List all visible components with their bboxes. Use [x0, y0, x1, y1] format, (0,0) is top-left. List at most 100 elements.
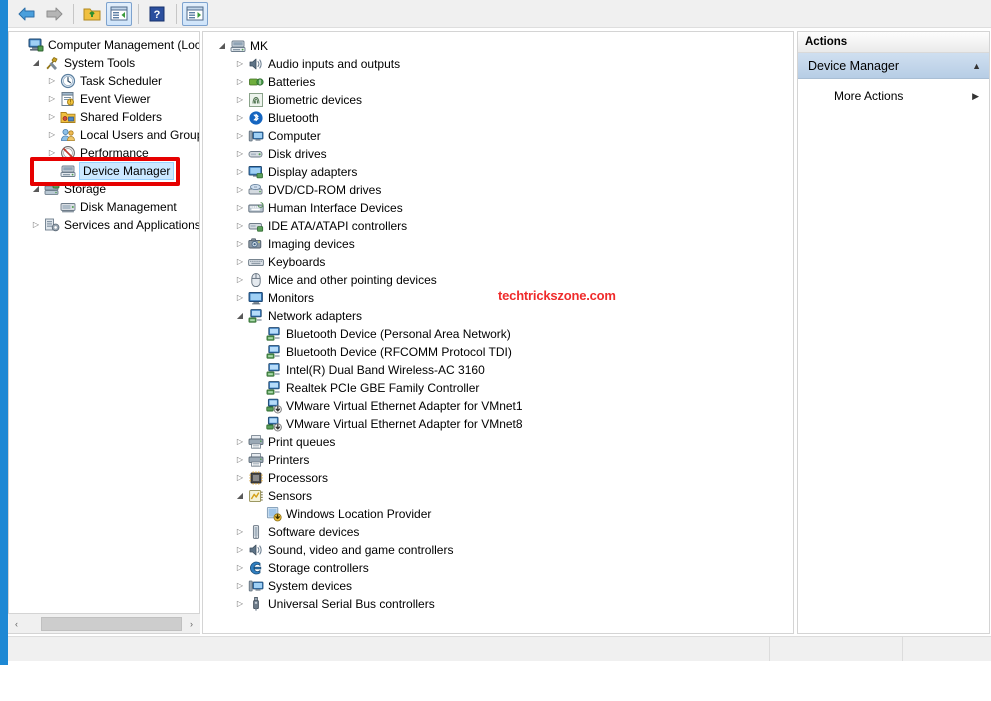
storage-controller-icon: [247, 560, 265, 576]
device-item-sound-video-and-game-controllers[interactable]: ▷Sound, video and game controllers: [207, 541, 793, 559]
chevron-up-icon[interactable]: ▲: [972, 61, 981, 71]
sidebar-item-task-scheduler[interactable]: ▷Task Scheduler: [9, 72, 199, 90]
keyboard-icon: [247, 254, 265, 270]
expander-icon[interactable]: ▷: [233, 60, 247, 68]
sidebar-item-shared-folders[interactable]: ▷Shared Folders: [9, 108, 199, 126]
device-item-print-queues[interactable]: ▷Print queues: [207, 433, 793, 451]
scrollbar-track[interactable]: [25, 615, 183, 633]
expander-icon[interactable]: ▷: [233, 276, 247, 284]
action-item-more-actions[interactable]: More Actions ▶: [798, 85, 989, 107]
expander-icon[interactable]: ▷: [233, 600, 247, 608]
sidebar-item-event-viewer[interactable]: ▷!Event Viewer: [9, 90, 199, 108]
help-button[interactable]: ?: [144, 2, 170, 26]
device-item-sensors[interactable]: ◢Sensors: [207, 487, 793, 505]
show-action-pane-button[interactable]: [182, 2, 208, 26]
expander-icon[interactable]: ▷: [233, 168, 247, 176]
sidebar-item-performance[interactable]: ▷Performance: [9, 144, 199, 162]
device-item-display-adapters[interactable]: ▷Display adapters: [207, 163, 793, 181]
expander-icon[interactable]: ▷: [233, 186, 247, 194]
device-item-software-devices[interactable]: ▷ Software devices: [207, 523, 793, 541]
device-item-label: Software devices: [268, 524, 359, 540]
device-item-printers[interactable]: ▷Printers: [207, 451, 793, 469]
expander-icon[interactable]: ◢: [215, 42, 229, 50]
svg-text:?: ?: [154, 9, 161, 21]
device-item-disk-drives[interactable]: ▷Disk drives: [207, 145, 793, 163]
expander-icon[interactable]: ◢: [29, 185, 43, 193]
device-manager-icon: [59, 163, 77, 179]
display-adapter-icon: [247, 164, 265, 180]
expander-icon[interactable]: ◢: [233, 312, 247, 320]
actions-group-device-manager[interactable]: Device Manager ▲: [798, 53, 989, 79]
device-item-vmware-virtual-ethernet-adapter-for-vmnet8[interactable]: VMware Virtual Ethernet Adapter for VMne…: [207, 415, 793, 433]
device-item-universal-serial-bus-controllers[interactable]: ▷Universal Serial Bus controllers: [207, 595, 793, 613]
expander-icon[interactable]: ▷: [233, 294, 247, 302]
scroll-right-arrow-icon[interactable]: ›: [183, 615, 200, 633]
device-item-computer[interactable]: ▷Computer: [207, 127, 793, 145]
console-tree-horizontal-scrollbar[interactable]: ‹ ›: [8, 613, 200, 633]
expander-icon[interactable]: ▷: [233, 564, 247, 572]
sidebar-item-system-tools[interactable]: ◢System Tools: [9, 54, 199, 72]
expander-icon[interactable]: ▷: [233, 456, 247, 464]
device-item-ide-ata-atapi-controllers[interactable]: ▷IDE ATA/ATAPI controllers: [207, 217, 793, 235]
console-tree-root[interactable]: Computer Management (Local: [9, 36, 199, 54]
device-item-label: VMware Virtual Ethernet Adapter for VMne…: [286, 398, 523, 414]
expander-icon[interactable]: ▷: [233, 78, 247, 86]
show-console-tree-button[interactable]: [106, 2, 132, 26]
sidebar-item-services-and-applications[interactable]: ▷Services and Applications: [9, 216, 199, 234]
expander-icon[interactable]: ▷: [45, 113, 59, 121]
expander-icon[interactable]: ▷: [233, 150, 247, 158]
sidebar-item-device-manager[interactable]: Device Manager: [9, 162, 199, 180]
device-item-vmware-virtual-ethernet-adapter-for-vmnet1[interactable]: VMware Virtual Ethernet Adapter for VMne…: [207, 397, 793, 415]
expander-icon[interactable]: ▷: [233, 546, 247, 554]
expander-icon[interactable]: ▷: [45, 77, 59, 85]
expander-icon[interactable]: ▷: [233, 132, 247, 140]
expander-icon[interactable]: ▷: [233, 582, 247, 590]
device-tree-root[interactable]: ◢MK: [207, 37, 793, 55]
device-item-human-interface-devices[interactable]: ▷Human Interface Devices: [207, 199, 793, 217]
expander-icon[interactable]: ▷: [233, 474, 247, 482]
device-item-imaging-devices[interactable]: ▷Imaging devices: [207, 235, 793, 253]
device-item-audio-inputs-and-outputs[interactable]: ▷Audio inputs and outputs: [207, 55, 793, 73]
device-list-panel[interactable]: ◢MK▷Audio inputs and outputs▷Batteries▷B…: [202, 31, 794, 634]
device-item-intel-r-dual-band-wireless-ac-3160[interactable]: Intel(R) Dual Band Wireless-AC 3160: [207, 361, 793, 379]
expander-icon[interactable]: ▷: [233, 96, 247, 104]
device-item-storage-controllers[interactable]: ▷Storage controllers: [207, 559, 793, 577]
expander-icon[interactable]: ▷: [233, 240, 247, 248]
sidebar-item-disk-management[interactable]: Disk Management: [9, 198, 199, 216]
expander-icon[interactable]: ▷: [233, 258, 247, 266]
device-item-batteries[interactable]: ▷Batteries: [207, 73, 793, 91]
expander-icon[interactable]: ◢: [29, 59, 43, 67]
device-item-windows-location-provider[interactable]: Windows Location Provider: [207, 505, 793, 523]
expander-icon[interactable]: ▷: [29, 221, 43, 229]
up-folder-button[interactable]: [79, 2, 105, 26]
console-tree-panel[interactable]: Computer Management (Local◢System Tools▷…: [8, 31, 200, 634]
scrollbar-thumb[interactable]: [41, 617, 182, 631]
expander-icon[interactable]: ▷: [233, 204, 247, 212]
scroll-left-arrow-icon[interactable]: ‹: [8, 615, 25, 633]
device-item-system-devices[interactable]: ▷System devices: [207, 577, 793, 595]
back-button[interactable]: [14, 2, 40, 26]
expander-icon[interactable]: ▷: [45, 149, 59, 157]
expander-icon[interactable]: ▷: [45, 131, 59, 139]
expander-icon[interactable]: ▷: [45, 95, 59, 103]
sidebar-item-local-users-and-groups[interactable]: ▷Local Users and Groups: [9, 126, 199, 144]
expander-icon[interactable]: ◢: [233, 492, 247, 500]
forward-button[interactable]: [41, 2, 67, 26]
device-item-label: Network adapters: [268, 308, 362, 324]
device-item-keyboards[interactable]: ▷Keyboards: [207, 253, 793, 271]
expander-icon[interactable]: ▷: [233, 114, 247, 122]
device-item-processors[interactable]: ▷Processors: [207, 469, 793, 487]
device-item-network-adapters[interactable]: ◢ Network adapters: [207, 307, 793, 325]
chevron-right-icon[interactable]: ▶: [972, 91, 979, 102]
expander-icon[interactable]: ▷: [233, 222, 247, 230]
sidebar-item-storage[interactable]: ◢Storage: [9, 180, 199, 198]
device-item-bluetooth-device-rfcomm-protocol-tdi[interactable]: Bluetooth Device (RFCOMM Protocol TDI): [207, 343, 793, 361]
expander-icon[interactable]: ▷: [233, 438, 247, 446]
device-item-bluetooth[interactable]: ▷Bluetooth: [207, 109, 793, 127]
expander-icon[interactable]: ▷: [233, 528, 247, 536]
device-item-bluetooth-device-personal-area-network[interactable]: Bluetooth Device (Personal Area Network): [207, 325, 793, 343]
device-item-biometric-devices[interactable]: ▷Biometric devices: [207, 91, 793, 109]
device-item-mice-and-other-pointing-devices[interactable]: ▷Mice and other pointing devices: [207, 271, 793, 289]
device-item-dvd-cd-rom-drives[interactable]: ▷DVD/CD-ROM drives: [207, 181, 793, 199]
device-item-realtek-pcie-gbe-family-controller[interactable]: Realtek PCIe GBE Family Controller: [207, 379, 793, 397]
